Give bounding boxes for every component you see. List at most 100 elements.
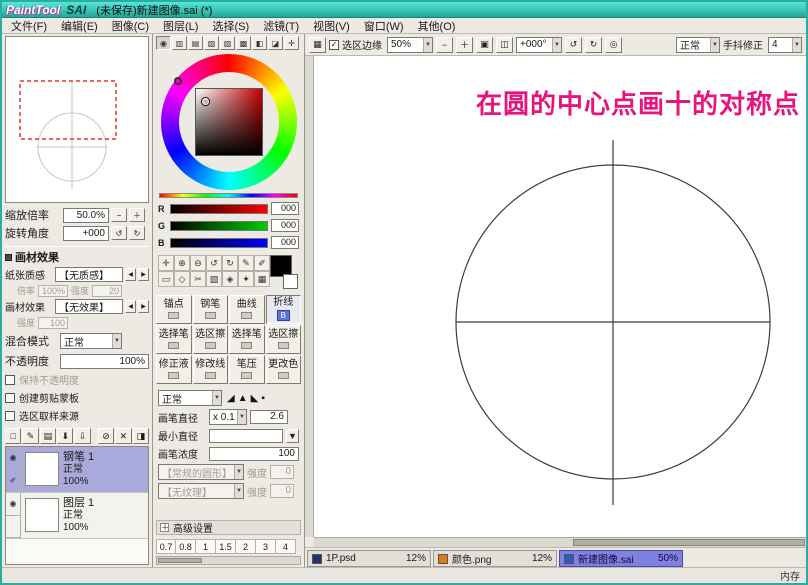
hsv-slider-tab-icon[interactable]: ▤ [188, 36, 203, 50]
navigator-preview[interactable] [5, 36, 149, 203]
brush-blend-combo[interactable]: 正常 ▼ [158, 390, 222, 406]
menu-others[interactable]: 其他(O) [411, 18, 463, 34]
canvas-zoom-combo[interactable]: 50% ▼ [387, 37, 433, 53]
scratchpad-tab-icon[interactable]: ▩ [236, 36, 251, 50]
rotate-ccw-tool-icon[interactable]: ↺ [206, 255, 222, 271]
tool-anchor-button[interactable]: 锚点 [156, 295, 192, 324]
tool-change-color-button[interactable]: 更改色 [266, 355, 302, 384]
brush-tip-icon[interactable]: ▪ [261, 393, 265, 404]
zoom-out-tool-icon[interactable]: ⊖ [190, 255, 206, 271]
diameter-unit-combo[interactable]: x 0.1 ▼ [209, 409, 247, 425]
wand-tool-icon[interactable]: ✦ [238, 271, 254, 287]
advanced-settings-header[interactable]: ＋ 高级设置 [156, 520, 301, 535]
shape-strength-value[interactable]: 0 [270, 465, 294, 479]
clear-layer-button[interactable]: ⊘ [98, 428, 114, 444]
tool-pen-button[interactable]: 钢笔 [193, 295, 229, 324]
new-linework-layer-button[interactable]: ✎ [22, 428, 38, 444]
tool-select-eraser2-button[interactable]: 选区擦 [266, 325, 302, 354]
blue-slider[interactable] [170, 238, 268, 248]
canvas-zoom-original-button[interactable]: ◫ [496, 37, 513, 53]
color-mixer-tab-icon[interactable]: ▧ [204, 36, 219, 50]
canvas-rotate-ccw-button[interactable]: ↺ [565, 37, 582, 53]
new-layer-button[interactable]: □ [5, 428, 21, 444]
layer-row-pen1[interactable]: ◉ ✐ 钢笔 1 正常 100% [6, 447, 148, 493]
green-value[interactable]: 000 [271, 219, 299, 232]
brush-tip-icon[interactable]: ◣ [251, 393, 259, 404]
nav-zoom-in-button[interactable]: ＋ [129, 208, 145, 222]
brush-size-preset[interactable]: 0.8 [176, 539, 196, 554]
titlebar[interactable]: PaintTool SAI (未保存)新建图像.sai (*) [2, 2, 806, 18]
rotate-cw-tool-icon[interactable]: ↻ [222, 255, 238, 271]
tool-pressure-button[interactable]: 笔压 [229, 355, 265, 384]
preset-scrollbar-thumb[interactable] [158, 558, 202, 563]
layer-thumbnail[interactable] [25, 452, 59, 486]
layer-thumbnail[interactable] [25, 498, 59, 532]
nav-zoom-out-button[interactable]: − [111, 208, 127, 222]
doc-tab-new-image-sai[interactable]: 新建图像.sai 50% [559, 550, 683, 567]
zoom-ratio-value[interactable]: 50.0% [63, 208, 109, 223]
doc-tab-color-png[interactable]: 颜色.png 12% [433, 550, 557, 567]
menu-window[interactable]: 窗口(W) [357, 18, 411, 34]
texture-strength-value[interactable]: 0 [270, 484, 294, 498]
move-tool-icon[interactable]: ✛ [158, 255, 174, 271]
layer-row-layer1[interactable]: ◉ 图层 1 正常 100% [6, 493, 148, 539]
horizontal-scrollbar-thumb[interactable] [573, 539, 805, 546]
gradient-tool-icon[interactable]: ◈ [222, 271, 238, 287]
color-tab-7-icon[interactable]: ◧ [252, 36, 267, 50]
layer-visibility-icon[interactable]: ◉ [6, 493, 20, 516]
texture-scale-value[interactable]: 100% [38, 285, 68, 297]
effect-prev-button[interactable]: ◀ [125, 300, 136, 313]
brush-texture-combo[interactable]: 【无纹理】 ▼ [158, 483, 244, 499]
panel-toggle-button[interactable]: ◨ [133, 428, 149, 444]
brush-diameter-value[interactable]: 2.6 [250, 410, 288, 424]
tool-select-pen-button[interactable]: 选择笔 [156, 325, 192, 354]
clipping-group-checkbox[interactable] [5, 393, 15, 403]
effect-next-button[interactable]: ▶ [138, 300, 149, 313]
canvas-vertical-scrollbar[interactable] [305, 56, 314, 537]
selection-edge-checkbox[interactable]: ✓ [329, 40, 339, 50]
canvas-rotate-cw-button[interactable]: ↻ [585, 37, 602, 53]
green-slider[interactable] [170, 221, 268, 231]
brush-size-preset[interactable]: 1 [196, 539, 216, 554]
tool-select-eraser-button[interactable]: 选区擦 [193, 325, 229, 354]
paper-texture-combo[interactable]: 【无质感】 [55, 267, 123, 282]
blue-value[interactable]: 000 [271, 236, 299, 249]
brush-tip-icon[interactable]: ◢ [227, 393, 235, 404]
blend-mode-combo[interactable]: 正常 ▼ [60, 333, 122, 349]
saturation-value-square[interactable] [195, 88, 263, 156]
effect-strength-value[interactable]: 100 [38, 317, 68, 329]
rotation-value[interactable]: +000 [63, 226, 109, 241]
min-diameter-slider[interactable] [209, 429, 283, 443]
texture-next-button[interactable]: ▶ [138, 268, 149, 281]
brush-size-preset[interactable]: 3 [256, 539, 276, 554]
canvas-angle-combo[interactable]: +000° ▼ [516, 37, 562, 53]
canvas-zoom-out-button[interactable]: − [436, 37, 453, 53]
swatches-tab-icon[interactable]: ▨ [220, 36, 235, 50]
doc-tab-1p-psd[interactable]: 1P.psd 12% [307, 550, 431, 567]
menu-filter[interactable]: 滤镜(T) [256, 18, 306, 34]
nav-rotate-ccw-button[interactable]: ↺ [111, 226, 127, 240]
preset-scrollbar[interactable] [156, 556, 301, 565]
menu-select[interactable]: 选择(S) [205, 18, 256, 34]
secondary-color-swatch[interactable] [283, 274, 298, 289]
tool-correction-button[interactable]: 修正液 [156, 355, 192, 384]
canvas-zoom-fit-button[interactable]: ▣ [476, 37, 493, 53]
edit-tool-icon[interactable]: ✐ [254, 255, 270, 271]
menu-file[interactable]: 文件(F) [4, 18, 54, 34]
pen-tool-icon[interactable]: ✎ [238, 255, 254, 271]
menu-layer[interactable]: 图层(L) [156, 18, 205, 34]
zoom-in-tool-icon[interactable]: ⊕ [174, 255, 190, 271]
brush-size-preset[interactable]: 0.7 [156, 539, 176, 554]
new-layer-folder-button[interactable]: ▤ [40, 428, 56, 444]
red-value[interactable]: 000 [271, 202, 299, 215]
brush-shape-combo[interactable]: 【常规的圆形】 ▼ [158, 464, 244, 480]
brush-density-slider[interactable]: 100 [209, 447, 299, 461]
color-wheel[interactable] [161, 54, 297, 190]
tool-curve-button[interactable]: 曲线 [229, 295, 265, 324]
merge-down-button[interactable]: ⇩ [74, 428, 90, 444]
rgb-slider-tab-icon[interactable]: ▥ [172, 36, 187, 50]
menu-view[interactable]: 视图(V) [306, 18, 357, 34]
preserve-opacity-checkbox[interactable] [5, 375, 15, 385]
view-mode-combo[interactable]: 正常 ▼ [676, 37, 720, 53]
color-wheel-tab-icon[interactable]: ◉ [156, 36, 171, 50]
